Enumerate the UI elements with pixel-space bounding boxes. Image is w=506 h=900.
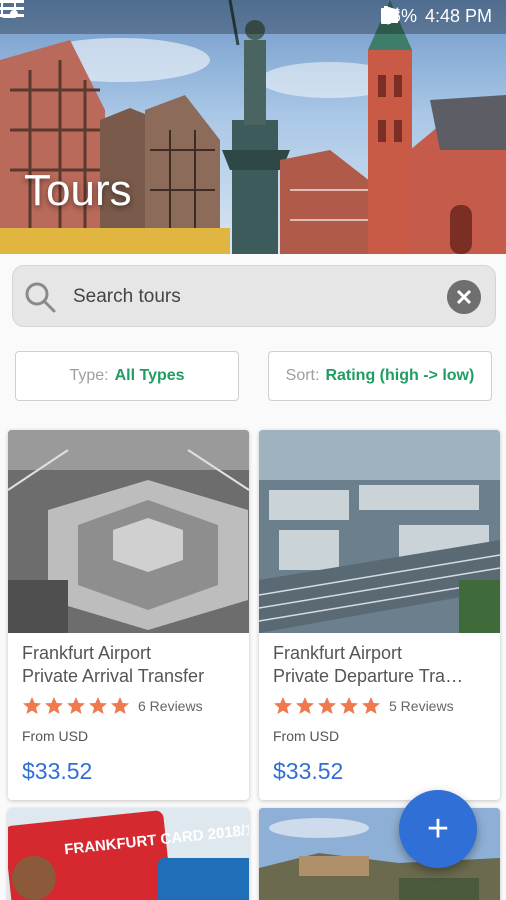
sort-filter-value: Rating (high -> low) <box>325 367 475 384</box>
battery-icon <box>380 6 391 24</box>
review-count: 6 Reviews <box>138 698 203 714</box>
price: $33.52 <box>273 758 344 784</box>
star-icon <box>23 697 41 714</box>
search-input[interactable] <box>73 276 433 318</box>
rating: 5 Reviews <box>273 696 454 716</box>
tour-image-airport-terminal <box>8 430 249 633</box>
star-icon <box>296 697 314 714</box>
tour-title-line1: Frankfurt Airport <box>22 643 152 663</box>
hamburger-menu-icon[interactable] <box>0 0 24 18</box>
type-filter-value: All Types <box>114 367 185 384</box>
status-bar: 45% 4:48 PM <box>0 0 506 34</box>
rating: 6 Reviews <box>22 696 203 716</box>
star-rating <box>22 696 130 716</box>
tour-card[interactable]: FRANKFURT CARD 2018/19 <box>8 808 249 900</box>
tour-image-frankfurt-card: FRANKFURT CARD 2018/19 <box>8 808 249 900</box>
star-icon <box>89 697 107 714</box>
star-rating <box>273 696 381 716</box>
star-icon <box>45 697 63 714</box>
sort-filter-button[interactable]: Sort: Rating (high -> low) <box>268 351 492 401</box>
star-icon <box>362 697 380 714</box>
plus-icon: + <box>426 807 450 850</box>
clock: 4:48 PM <box>424 6 492 26</box>
review-count: 5 Reviews <box>389 698 454 714</box>
tour-title-line2: Private Arrival Transfer <box>22 666 205 686</box>
clear-search-icon[interactable] <box>447 280 481 314</box>
tour-title[interactable]: Frankfurt Airport Private Arrival Transf… <box>22 642 238 688</box>
tour-image-airport-aerial <box>259 430 500 633</box>
tour-title[interactable]: Frankfurt Airport Private Departure Tra… <box>273 642 489 688</box>
hero-banner: 45% 4:48 PM Tours <box>0 0 506 254</box>
price: $33.52 <box>22 758 93 784</box>
price-prefix: From USD <box>22 728 89 744</box>
search-bar[interactable] <box>12 265 496 327</box>
tour-card[interactable]: Frankfurt Airport Private Arrival Transf… <box>8 430 249 800</box>
page-title: Tours <box>24 166 132 215</box>
search-icon <box>25 282 56 313</box>
add-fab-button[interactable]: + <box>399 790 477 868</box>
sort-filter-label: Sort: <box>285 367 320 384</box>
tour-card[interactable]: Frankfurt Airport Private Departure Tra…… <box>259 430 500 800</box>
tour-title-line1: Frankfurt Airport <box>273 643 403 663</box>
star-icon <box>318 697 336 714</box>
star-icon <box>340 697 358 714</box>
star-icon <box>111 697 129 714</box>
star-icon <box>274 697 292 714</box>
type-filter-label: Type: <box>69 367 109 384</box>
star-icon <box>67 697 85 714</box>
type-filter-button[interactable]: Type: All Types <box>15 351 239 401</box>
price-prefix: From USD <box>273 728 340 744</box>
tour-title-line2: Private Departure Tra… <box>273 666 464 686</box>
